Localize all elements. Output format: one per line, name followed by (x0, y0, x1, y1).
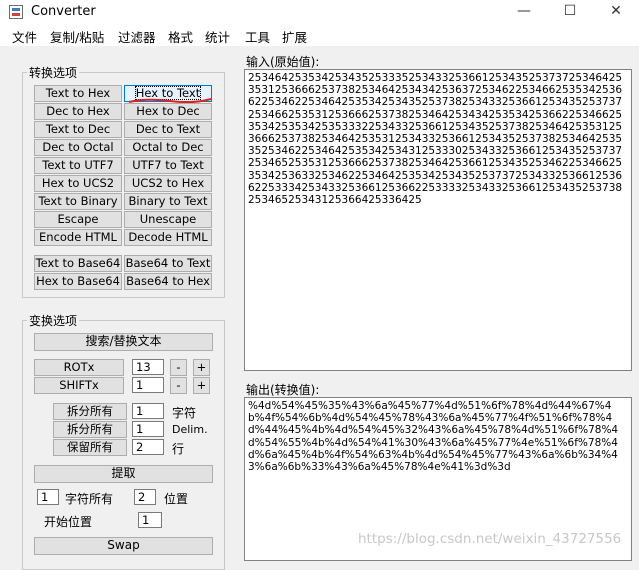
extract-button[interactable]: 提取 (34, 465, 213, 483)
shiftx-input[interactable]: 1 (132, 377, 164, 393)
convert-options-title: 转换选项 (27, 64, 80, 81)
shiftx-plus-button[interactable]: + (193, 377, 210, 394)
base64-to-text-button[interactable]: Base64 to Text (124, 255, 212, 272)
menu-extensions[interactable]: 扩展 (282, 27, 307, 46)
rotx-input[interactable]: 13 (132, 359, 164, 375)
rotx-plus-button[interactable]: + (193, 359, 210, 376)
swap-button[interactable]: Swap (34, 537, 213, 555)
extract-pos-label: 位置 (164, 492, 189, 506)
keep-all-input[interactable]: 2 (132, 439, 164, 455)
input-textarea[interactable]: 2534642535342534352533352534332536612534… (244, 69, 632, 371)
dec-to-hex-button[interactable]: Dec to Hex (34, 103, 122, 120)
binary-to-text-button[interactable]: Binary to Text (124, 193, 212, 210)
shiftx-minus-button[interactable]: - (170, 377, 187, 394)
text-to-base64-button[interactable]: Text to Base64 (34, 255, 122, 272)
split-all-delim-button[interactable]: 拆分所有 (53, 421, 127, 438)
octal-to-dec-button[interactable]: Octal to Dec (124, 139, 212, 156)
menu-filter[interactable]: 过滤器 (118, 27, 156, 46)
minimize-icon[interactable]: — (501, 0, 547, 24)
output-label: 输出(转换值): (246, 383, 320, 397)
menu-file[interactable]: 文件 (12, 27, 37, 46)
utf7-to-text-button[interactable]: UTF7 to Text (124, 157, 212, 174)
extract-chars-label: 字符所有 (65, 492, 114, 506)
start-pos-input[interactable]: 1 (138, 512, 162, 528)
base64-to-hex-button[interactable]: Base64 to Hex (124, 273, 212, 290)
app-icon (9, 5, 23, 19)
text-to-dec-button[interactable]: Text to Dec (34, 121, 122, 138)
text-to-utf7-button[interactable]: Text to UTF7 (34, 157, 122, 174)
shiftx-button[interactable]: SHIFTx (34, 377, 124, 394)
menu-stats[interactable]: 统计 (205, 27, 230, 46)
watermark-text: https://blog.csdn.net/weixin_43727556 (358, 531, 622, 547)
ucs2-to-hex-button[interactable]: UCS2 to Hex (124, 175, 212, 192)
close-icon[interactable]: ✕ (593, 0, 639, 24)
rotx-minus-button[interactable]: - (170, 359, 187, 376)
search-replace-button[interactable]: 搜索/替换文本 (34, 333, 213, 351)
dec-to-text-button[interactable]: Dec to Text (124, 121, 212, 138)
split-all-chars-input[interactable]: 1 (132, 403, 164, 419)
extract-pos-input[interactable]: 2 (134, 489, 156, 505)
dec-to-octal-button[interactable]: Dec to Octal (34, 139, 122, 156)
transform-options-title: 变换选项 (27, 312, 80, 329)
unescape-button[interactable]: Unescape (124, 211, 212, 228)
start-pos-label: 开始位置 (44, 515, 93, 529)
split-all-delim-unit: Delim. (172, 423, 208, 436)
input-label: 输入(原始值): (246, 55, 320, 69)
split-all-delim-input[interactable]: 1 (132, 421, 164, 437)
window-title: Converter (31, 4, 96, 19)
hex-to-base64-button[interactable]: Hex to Base64 (34, 273, 122, 290)
maximize-icon[interactable]: ☐ (547, 0, 593, 24)
text-to-hex-button[interactable]: Text to Hex (34, 85, 122, 102)
menu-copy-paste[interactable]: 复制/粘贴 (50, 27, 104, 46)
hex-to-dec-button[interactable]: Hex to Dec (124, 103, 212, 120)
encode-html-button[interactable]: Encode HTML (34, 229, 122, 246)
keep-all-button[interactable]: 保留所有 (53, 439, 127, 456)
split-all-chars-unit: 字符 (172, 406, 197, 420)
menu-format[interactable]: 格式 (168, 27, 193, 46)
hex-to-ucs2-button[interactable]: Hex to UCS2 (34, 175, 122, 192)
extract-count-input[interactable]: 1 (37, 489, 59, 505)
rotx-button[interactable]: ROTx (34, 359, 124, 376)
keep-all-unit: 行 (172, 442, 185, 456)
split-all-chars-button[interactable]: 拆分所有 (53, 403, 127, 420)
escape-button[interactable]: Escape (34, 211, 122, 228)
menu-tools[interactable]: 工具 (245, 27, 270, 46)
text-to-binary-button[interactable]: Text to Binary (34, 193, 122, 210)
decode-html-button[interactable]: Decode HTML (124, 229, 212, 246)
